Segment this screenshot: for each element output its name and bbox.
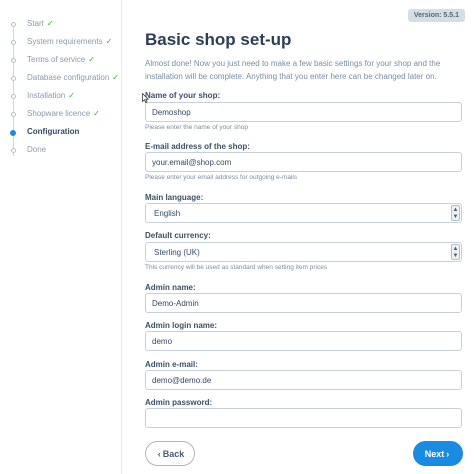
step-dot: [11, 148, 16, 153]
step-label: Done: [27, 145, 47, 154]
back-button-label: Back: [162, 448, 185, 459]
intro-text: Almost done! Now you just need to make a…: [145, 59, 441, 81]
step-dot-active: [10, 130, 16, 136]
step-label: Shopware licence: [27, 109, 91, 118]
check-icon: ✓: [105, 37, 113, 46]
shop-name-label: Name of your shop:: [145, 91, 221, 100]
step-shopware-licence: Shopware licence ✓: [0, 108, 120, 122]
default-currency-label: Default currency:: [145, 231, 211, 240]
admin-name-input[interactable]: [145, 293, 462, 313]
chevron-left-icon: ‹: [157, 448, 161, 459]
select-arrows-icon[interactable]: ▲ ▼: [451, 244, 460, 260]
step-label: Database configuration: [27, 73, 110, 82]
check-icon: ✓: [46, 19, 54, 28]
shop-email-input[interactable]: [145, 152, 462, 172]
main-language-select[interactable]: English ▲ ▼: [145, 203, 462, 223]
shop-email-hint: Please enter your email address for outg…: [145, 174, 298, 181]
step-label: Start: [27, 19, 44, 28]
default-currency-select[interactable]: Sterling (UK) ▲ ▼: [145, 242, 462, 262]
step-system-requirements: System requirements ✓: [0, 36, 120, 50]
step-label: Installation: [27, 91, 66, 100]
step-label: Terms of service: [27, 55, 86, 64]
mouse-cursor-icon: [142, 93, 149, 103]
version-badge: Version: 5.5.1: [407, 9, 465, 22]
admin-email-input[interactable]: [145, 370, 462, 390]
main-language-value: English: [154, 209, 181, 218]
step-configuration: Configuration: [0, 126, 120, 140]
step-dot: [11, 94, 16, 99]
step-done: Done: [0, 144, 120, 158]
step-installation: Installation ✓: [0, 90, 120, 104]
back-button[interactable]: ‹ Back: [145, 441, 195, 466]
step-start: Start ✓: [0, 18, 120, 32]
installation-steps-sidebar: Start ✓ System requirements ✓ Terms of ser…: [0, 0, 122, 474]
main-language-label: Main language:: [145, 193, 204, 202]
step-terms-of-service: Terms of service ✓: [0, 54, 120, 68]
step-label: Configuration: [27, 127, 80, 136]
step-dot: [11, 40, 16, 45]
check-icon: ✓: [93, 109, 100, 118]
admin-email-label: Admin e-mail:: [145, 360, 198, 369]
step-database-configuration: Database configuration ✓: [0, 72, 120, 86]
admin-password-label: Admin password:: [145, 398, 213, 407]
step-dot: [11, 58, 16, 63]
step-label: System requirements: [27, 37, 103, 46]
step-dot: [11, 22, 16, 27]
default-currency-value: Sterling (UK): [154, 248, 200, 257]
check-icon: ✓: [68, 91, 75, 100]
admin-password-input[interactable]: [145, 408, 462, 428]
chevron-right-icon: ›: [446, 448, 450, 459]
shop-name-input[interactable]: [145, 102, 462, 122]
page-title: Basic shop set-up: [145, 30, 292, 49]
next-button[interactable]: Next ›: [413, 441, 463, 466]
admin-login-label: Admin login name:: [145, 321, 217, 330]
select-arrows-icon[interactable]: ▲ ▼: [451, 205, 460, 221]
shop-name-hint: Please enter the name of your shop: [145, 124, 248, 131]
admin-login-input[interactable]: [145, 331, 462, 351]
next-button-label: Next: [424, 448, 445, 459]
admin-name-label: Admin name:: [145, 283, 196, 292]
shop-email-label: E-mail address of the shop:: [145, 142, 250, 151]
check-icon: ✓: [112, 73, 119, 82]
default-currency-hint: This currency will be used as standard w…: [145, 264, 328, 271]
step-dot: [11, 112, 16, 117]
check-icon: ✓: [88, 55, 95, 64]
step-dot: [11, 76, 16, 81]
